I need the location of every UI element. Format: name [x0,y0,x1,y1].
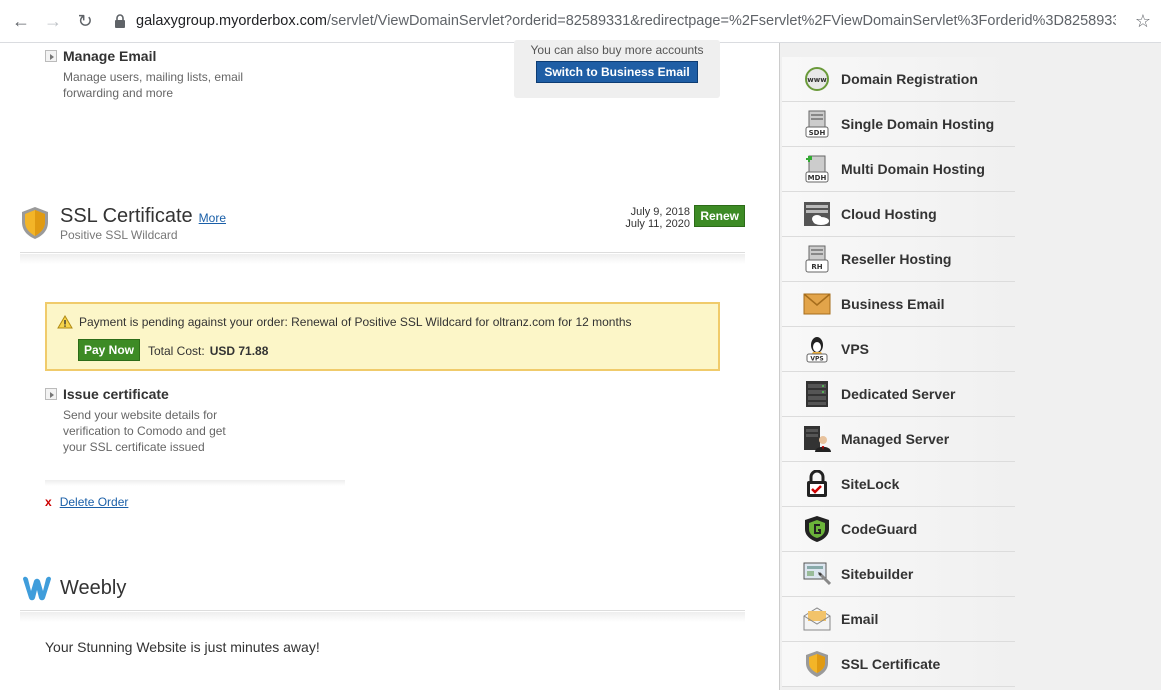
managed-server-icon [802,424,832,454]
sidebar-item-domain-registration[interactable]: www Domain Registration [782,57,1015,102]
sitebuilder-icon [802,559,832,589]
sidebar-item-ssl-certificate[interactable]: SSL Certificate [782,642,1015,687]
total-cost-label: Total Cost: [148,344,205,358]
svg-text:MDH: MDH [808,174,827,182]
buy-more-text: You can also buy more accounts [530,43,704,57]
manage-email-section: Manage Email Manage users, mailing lists… [45,48,285,101]
delete-order-link[interactable]: Delete Order [60,495,129,509]
ssl-dates: July 9, 2018 July 11, 2020 [625,206,690,230]
switch-business-email-button[interactable]: Switch to Business Email [536,61,698,83]
weebly-logo-icon [23,576,51,601]
back-icon[interactable]: ← [10,10,32,32]
browser-toolbar: ← → ↻ galaxygroup.myorderbox.com/servlet… [0,0,1161,43]
product-sidebar: www Domain Registration SDH Single Domai… [779,43,1161,690]
sidebar-item-label: Multi Domain Hosting [841,161,985,177]
order-details: Manage Email Manage users, mailing lists… [0,40,780,690]
sidebar-item-single-domain-hosting[interactable]: SDH Single Domain Hosting [782,102,1015,147]
renew-button[interactable]: Renew [694,205,745,227]
ssl-header: SSL Certificate More Positive SSL Wildcar… [20,203,745,253]
ssl-shield-icon [22,207,48,239]
total-cost: Total Cost: USD 71.88 [148,344,268,358]
padlock-icon [802,469,832,499]
divider [20,612,745,622]
address-bar[interactable]: galaxygroup.myorderbox.com/servlet/ViewD… [136,13,1116,29]
lock-icon[interactable] [114,14,126,28]
sidebar-item-label: Domain Registration [841,71,978,87]
pending-message: Payment is pending against your order: R… [79,315,632,329]
weebly-title: Weebly [60,577,127,599]
divider [45,480,345,486]
forward-icon[interactable]: → [42,10,64,32]
issue-certificate-section: Issue certificate Send your website deta… [45,386,285,455]
sidebar-item-label: SSL Certificate [841,656,941,672]
sidebar-item-managed-server[interactable]: Managed Server [782,417,1015,462]
delete-x-icon: x [45,495,52,509]
sidebar-item-codeguard[interactable]: CodeGuard [782,507,1015,552]
bookmark-star-icon[interactable]: ☆ [1135,11,1151,32]
divider [20,254,745,264]
ssl-title: SSL Certificate [60,205,193,227]
sidebar-item-label: Managed Server [841,431,950,447]
ssl-title-row: SSL Certificate More [60,205,226,228]
email-envelope-icon [802,604,832,634]
cloud-hosting-icon [802,199,832,229]
sidebar-item-label: Business Email [841,296,945,312]
weebly-tagline: Your Stunning Website is just minutes aw… [45,639,320,655]
sidebar-item-sitebuilder[interactable]: Sitebuilder [782,552,1015,597]
globe-www-icon: www [802,64,832,94]
sidebar-item-label: VPS [841,341,870,357]
sidebar-item-label: Dedicated Server [841,386,956,402]
sidebar-item-vps[interactable]: VPS VPS [782,327,1015,372]
server-rack-icon [802,379,832,409]
sidebar-item-sitelock[interactable]: SiteLock [782,462,1015,507]
business-email-promo: You can also buy more accounts Switch to… [514,40,720,98]
svg-text:SDH: SDH [809,129,826,137]
sidebar-item-label: Cloud Hosting [841,206,937,222]
server-rh-icon: RH [802,244,832,274]
linux-vps-icon: VPS [802,334,832,364]
sidebar-item-multi-domain-hosting[interactable]: MDH Multi Domain Hosting [782,147,1015,192]
server-mdh-icon: MDH [802,154,832,184]
total-cost-value: USD 71.88 [209,344,269,358]
manage-email-desc: Manage users, mailing lists, email forwa… [63,70,244,100]
sidebar-item-cloud-hosting[interactable]: Cloud Hosting [782,192,1015,237]
issue-certificate-desc: Send your website details for verificati… [63,408,226,454]
sidebar-item-label: SiteLock [841,476,900,492]
sidebar-item-label: Single Domain Hosting [841,116,995,132]
ssl-subtitle: Positive SSL Wildcard [60,228,178,242]
ssl-shield-icon [802,649,832,679]
delete-order: x Delete Order [45,495,128,509]
svg-text:www: www [807,76,827,84]
ssl-end-date: July 11, 2020 [625,218,690,230]
envelope-icon [802,289,832,319]
warning-icon [57,315,73,329]
sidebar-item-label: Reseller Hosting [841,251,952,267]
server-sdh-icon: SDH [802,109,832,139]
manage-email-title[interactable]: Manage Email [63,48,156,64]
payment-pending-notice: Payment is pending against your order: R… [45,302,720,371]
issue-certificate-title[interactable]: Issue certificate [63,386,169,402]
codeguard-shield-icon [802,514,832,544]
expand-arrow-icon[interactable] [45,50,57,62]
sidebar-item-reseller-hosting[interactable]: RH Reseller Hosting [782,237,1015,282]
reload-icon[interactable]: ↻ [74,10,96,32]
url-path: /servlet/ViewDomainServlet?orderid=82589… [327,13,1116,29]
ssl-start-date: July 9, 2018 [630,206,690,218]
sidebar-item-label: Email [841,611,879,627]
svg-text:VPS: VPS [810,356,823,363]
svg-text:RH: RH [811,263,822,271]
sidebar-item-label: Sitebuilder [841,566,914,582]
url-host: galaxygroup.myorderbox.com [136,13,328,29]
expand-arrow-icon[interactable] [45,388,57,400]
weebly-header: Weebly [20,571,745,611]
sidebar-item-email[interactable]: Email [782,597,1015,642]
sidebar-item-label: CodeGuard [841,521,918,537]
ssl-more-link[interactable]: More [199,211,226,225]
sidebar-item-dedicated-server[interactable]: Dedicated Server [782,372,1015,417]
pay-now-button[interactable]: Pay Now [78,339,141,361]
sidebar-item-business-email[interactable]: Business Email [782,282,1015,327]
